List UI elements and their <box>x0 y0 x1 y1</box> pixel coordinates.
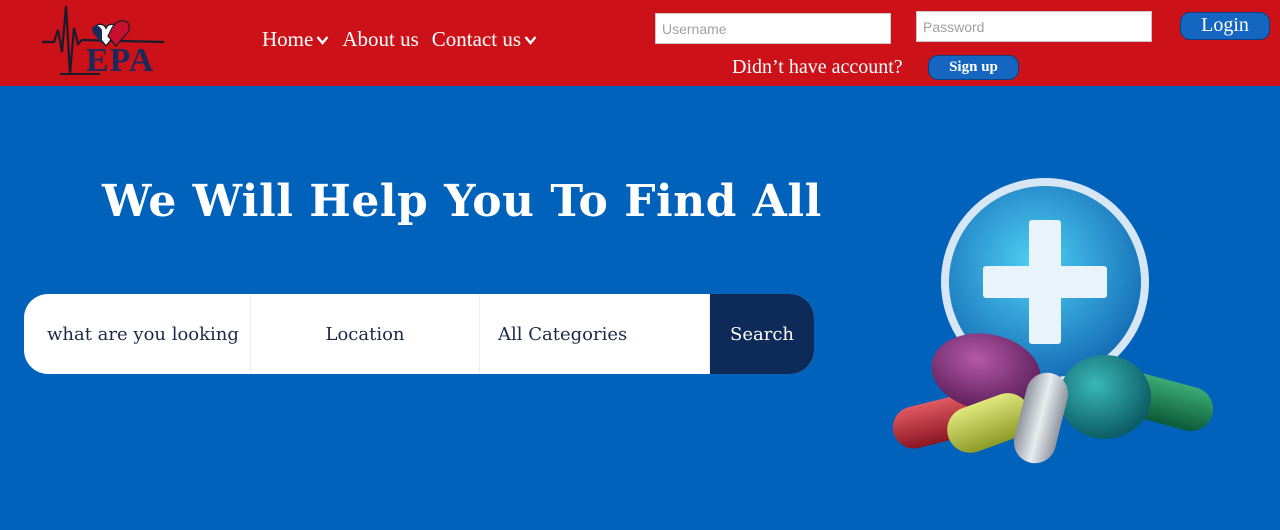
username-input[interactable] <box>655 13 891 44</box>
search-button[interactable]: Search <box>710 294 814 374</box>
hero-illustration <box>888 172 1218 467</box>
epa-logo[interactable]: EPA <box>40 4 170 80</box>
category-select[interactable]: All Categories <box>480 294 710 374</box>
nav-about-label: About us <box>342 27 419 51</box>
nav-about-us[interactable]: About us <box>342 27 418 52</box>
search-query-field[interactable]: what are you looking <box>24 294 251 374</box>
search-bar: what are you looking Location All Catego… <box>24 294 814 374</box>
login-button[interactable]: Login <box>1180 12 1270 40</box>
nav-contact-label: Contact us <box>431 27 522 51</box>
medical-cross-pills-icon <box>892 178 1214 464</box>
header-bar: EPA Home About us Contact us Login Didn’… <box>0 0 1280 86</box>
nav-home-label: Home <box>262 27 314 51</box>
hero-title: We Will Help You To Find All <box>102 176 822 227</box>
no-account-text: Didn’t have account? <box>732 56 903 78</box>
signup-button[interactable]: Sign up <box>928 55 1019 80</box>
password-input[interactable] <box>916 11 1152 42</box>
location-field[interactable]: Location <box>251 294 480 374</box>
nav-contact-us[interactable]: Contact us <box>432 27 537 52</box>
logo-text: EPA <box>86 42 155 79</box>
main-nav: Home About us Contact us <box>262 27 550 52</box>
chevron-down-icon <box>316 35 329 45</box>
chevron-down-icon <box>524 35 537 45</box>
nav-home[interactable]: Home <box>262 27 329 52</box>
